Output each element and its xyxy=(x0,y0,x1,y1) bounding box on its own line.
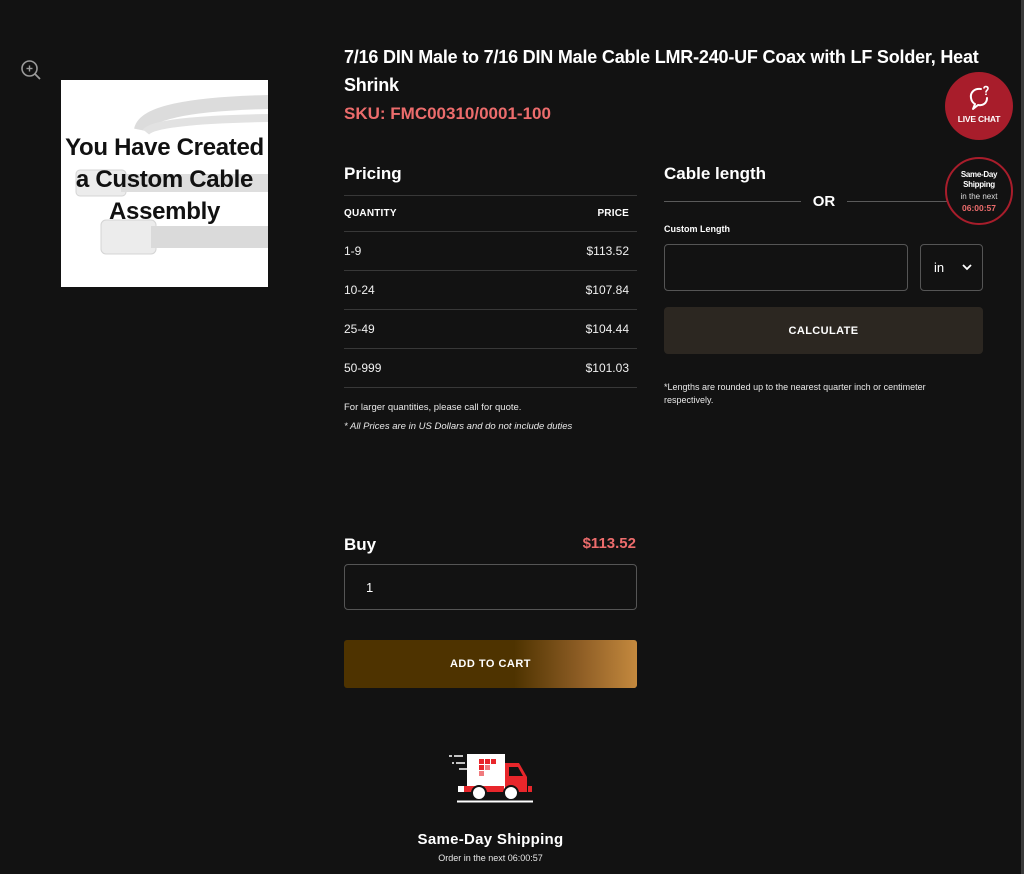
cable-length-heading: Cable length xyxy=(664,164,767,183)
length-rounding-note: *Lengths are rounded up to the nearest q… xyxy=(664,382,926,405)
badge-timer: 06:00:57 xyxy=(961,202,997,213)
custom-length-label: Custom Length xyxy=(664,224,730,234)
chevron-down-icon xyxy=(962,264,972,271)
or-label: OR xyxy=(812,192,836,210)
buy-total-price: $113.52 xyxy=(582,535,636,552)
pricing-heading: Pricing xyxy=(344,164,402,183)
table-row: 50-999 $101.03 xyxy=(344,348,637,388)
image-caption: You Have Created a Custom Cable Assembly xyxy=(65,134,264,225)
buy-heading: Buy xyxy=(344,535,377,554)
unit-select-value: in xyxy=(934,260,945,275)
shipping-title: Same-Day Shipping xyxy=(417,831,564,848)
table-row: 10-24 $107.84 xyxy=(344,270,637,310)
shipping-countdown: Order in the next 06:00:57 xyxy=(438,853,543,863)
quantity-cell: 1-9 xyxy=(344,244,362,258)
quantity-cell: 50-999 xyxy=(344,361,382,375)
quantity-input[interactable] xyxy=(344,564,637,610)
quantity-cell: 25-49 xyxy=(344,322,375,336)
badge-subtitle: in the next xyxy=(960,191,998,201)
price-cell: $107.84 xyxy=(585,283,629,297)
quote-note: For larger quantities, please call for q… xyxy=(344,402,522,413)
table-row: 1-9 $113.52 xyxy=(344,231,637,271)
unit-select[interactable]: in xyxy=(920,244,983,291)
or-divider: OR xyxy=(664,192,984,210)
product-title: 7/16 DIN Male to 7/16 DIN Male Cable LMR… xyxy=(344,47,979,95)
zoom-in-button[interactable] xyxy=(20,59,42,81)
product-sku: SKU: FMC00310/0001-100 xyxy=(344,104,551,123)
pricing-section: Pricing QUANTITY PRICE 1-9 $113.52 10-24… xyxy=(344,164,637,432)
quantity-column-header: QUANTITY xyxy=(344,208,397,219)
currency-note: * All Prices are in US Dollars and do no… xyxy=(344,421,573,432)
price-column-header: PRICE xyxy=(597,208,629,219)
product-image[interactable]: You Have Created a Custom Cable Assembly xyxy=(61,80,268,287)
pricing-table: QUANTITY PRICE 1-9 $113.52 10-24 $107.84… xyxy=(344,195,637,388)
live-chat-label: LIVE CHAT xyxy=(957,113,1001,124)
quantity-cell: 10-24 xyxy=(344,283,375,297)
calculate-button[interactable]: CALCULATE xyxy=(664,307,983,354)
badge-title: Same-Day Shipping xyxy=(960,169,998,189)
delivery-truck-icon xyxy=(449,754,533,803)
pricing-header-row: QUANTITY PRICE xyxy=(344,195,637,232)
add-to-cart-button[interactable]: ADD TO CART xyxy=(344,640,637,688)
divider-line xyxy=(664,200,801,202)
same-day-shipping-badge[interactable]: Same-Day Shipping in the next 06:00:57 xyxy=(945,157,1013,225)
table-row: 25-49 $104.44 xyxy=(344,309,637,349)
price-cell: $101.03 xyxy=(585,361,629,375)
live-chat-button[interactable]: LIVE CHAT xyxy=(945,72,1013,140)
zoom-in-icon xyxy=(21,60,41,80)
cable-length-section: Cable length xyxy=(664,164,984,195)
chat-bubble-question-icon xyxy=(969,85,989,110)
custom-length-input[interactable] xyxy=(664,244,908,291)
price-cell: $104.44 xyxy=(585,322,629,336)
price-cell: $113.52 xyxy=(586,244,630,258)
